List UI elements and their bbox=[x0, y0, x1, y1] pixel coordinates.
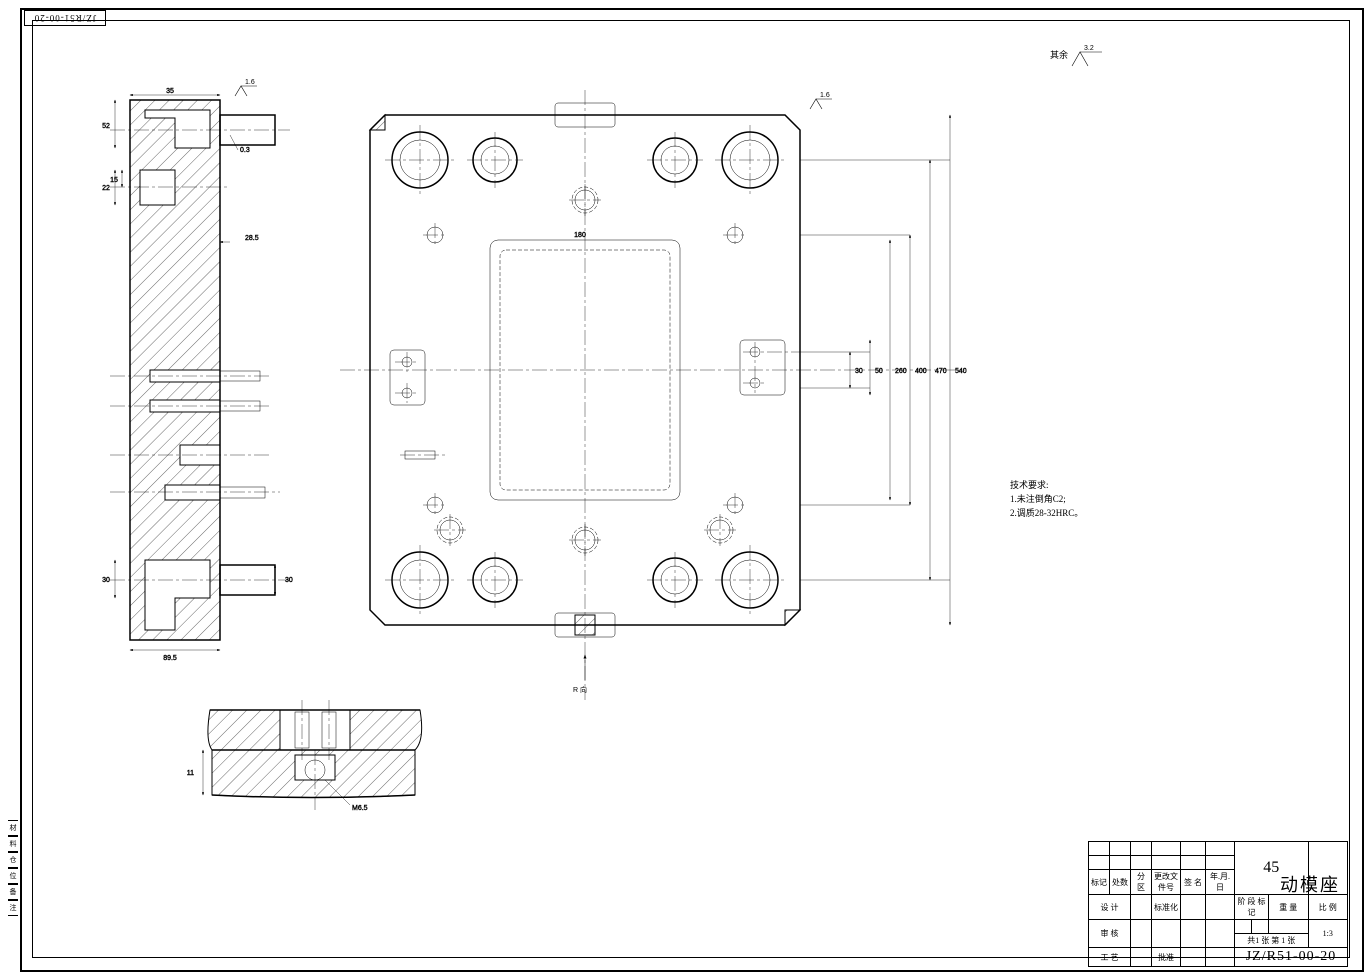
svg-text:1.6: 1.6 bbox=[245, 79, 255, 86]
svg-text:180: 180 bbox=[574, 232, 586, 239]
svg-text:M6.5: M6.5 bbox=[352, 805, 368, 812]
svg-text:30: 30 bbox=[102, 577, 110, 584]
tech-requirements: 技术要求: 1.未注倒角C2; 2.调质28-32HRC。 bbox=[1010, 478, 1083, 520]
detail-section-view: 11 M6.5 bbox=[200, 700, 430, 820]
svg-text:3.2: 3.2 bbox=[1084, 45, 1094, 52]
svg-text:260: 260 bbox=[895, 368, 907, 375]
svg-text:1.6: 1.6 bbox=[820, 92, 830, 99]
binding-tabs: 材料仓 位备注 bbox=[8, 820, 18, 916]
svg-text:30: 30 bbox=[285, 577, 293, 584]
general-roughness: 其余 3.2 bbox=[1050, 48, 1068, 62]
svg-text:30: 30 bbox=[855, 368, 863, 375]
svg-text:470: 470 bbox=[935, 368, 947, 375]
part-number-corner: JZ/R51-00-20 bbox=[24, 10, 106, 26]
svg-text:35: 35 bbox=[166, 88, 174, 95]
front-view: 30 50 260 400 470 540 180 1.6 R 向 bbox=[350, 85, 970, 705]
svg-text:28.5: 28.5 bbox=[245, 235, 259, 242]
svg-text:52: 52 bbox=[102, 123, 110, 130]
svg-text:0.3: 0.3 bbox=[240, 147, 250, 154]
title-block: 45 标记处数分 区 更改文件号签 名年.月.日 设 计 标准化 阶 段 标 记… bbox=[1088, 841, 1348, 956]
svg-text:89.5: 89.5 bbox=[163, 655, 177, 662]
svg-text:540: 540 bbox=[955, 368, 967, 375]
svg-text:50: 50 bbox=[875, 368, 883, 375]
side-section-view: 35 52 22 15 28.5 0.3 30 30 89.5 1.6 bbox=[80, 90, 300, 660]
svg-text:11: 11 bbox=[187, 770, 194, 777]
svg-text:15: 15 bbox=[110, 177, 118, 184]
svg-text:R 向: R 向 bbox=[573, 685, 587, 694]
part-name: 动模座 bbox=[1274, 871, 1346, 897]
svg-text:22: 22 bbox=[102, 185, 110, 192]
svg-text:400: 400 bbox=[915, 368, 927, 375]
